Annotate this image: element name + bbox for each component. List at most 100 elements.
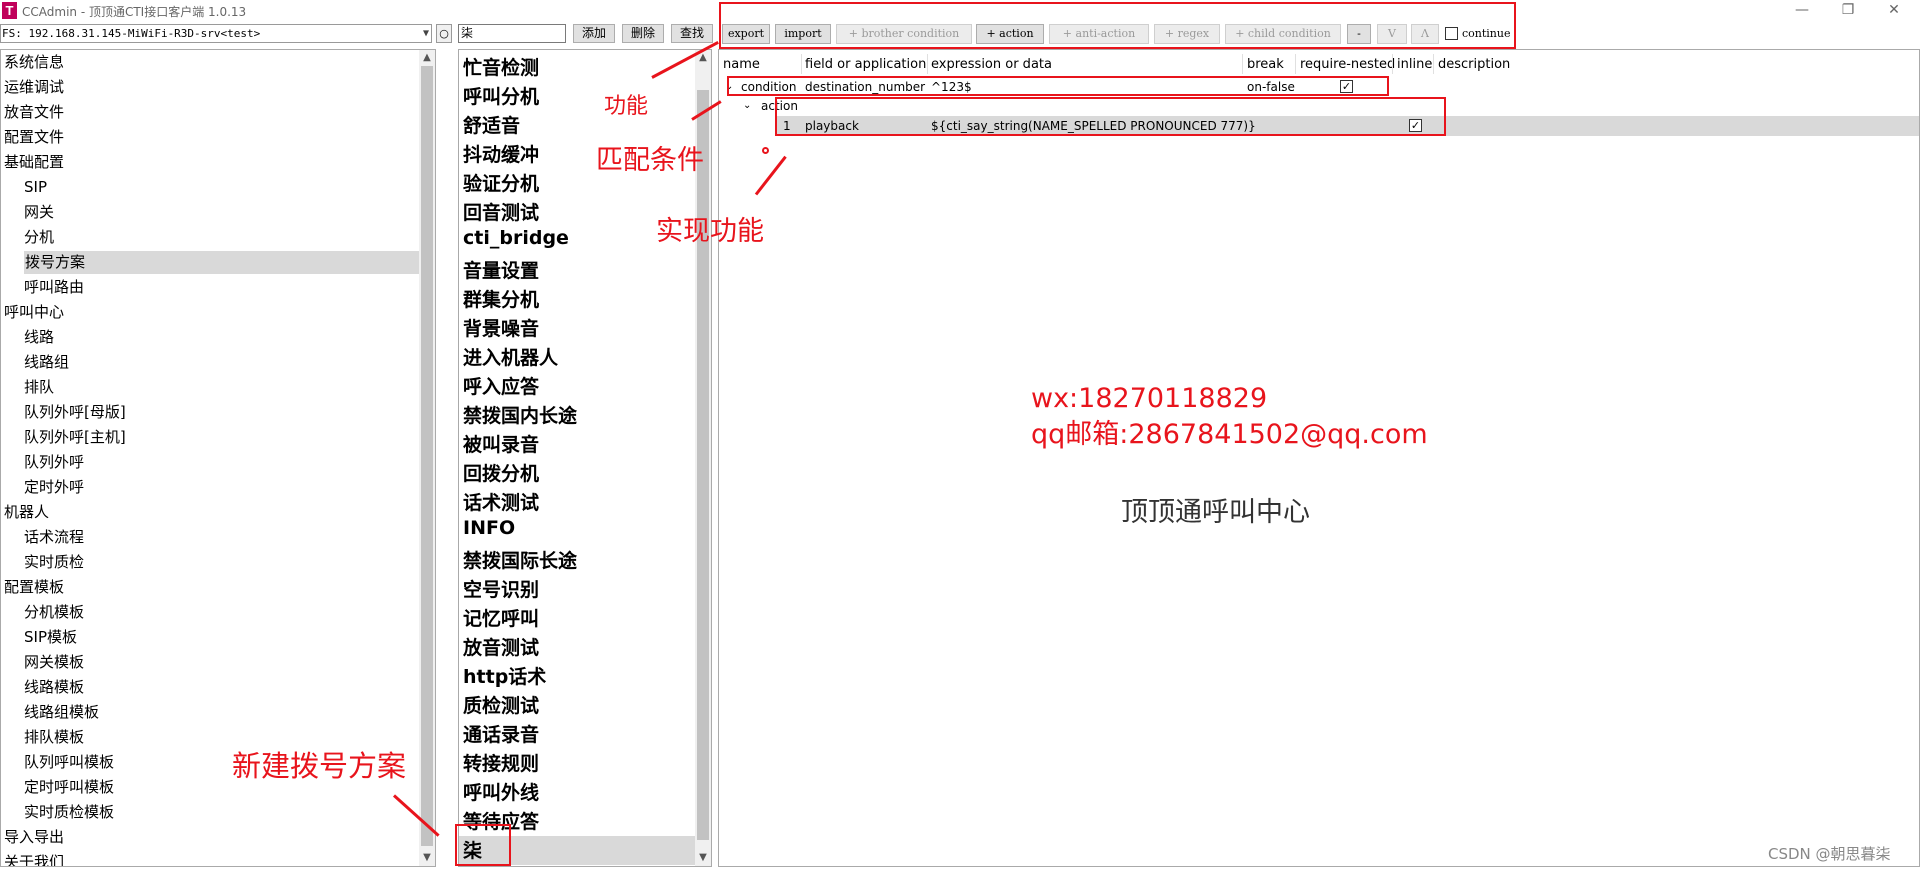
contact-info: wx:18270118829 qq邮箱:2867841502@qq.com: [1031, 381, 1428, 453]
nav-item[interactable]: 话术流程: [24, 526, 84, 549]
nav-item[interactable]: 基础配置: [4, 151, 64, 174]
dialplan-item[interactable]: 呼叫外线: [463, 778, 539, 807]
col-header-field[interactable]: field or application: [805, 55, 926, 75]
dialplan-item[interactable]: 音量设置: [463, 256, 539, 285]
nav-item[interactable]: 定时外呼: [24, 476, 84, 499]
nav-item[interactable]: 分机: [24, 226, 54, 249]
nav-item[interactable]: 线路: [24, 326, 54, 349]
dialplan-item[interactable]: 被叫录音: [463, 430, 539, 459]
dialplan-item[interactable]: 转接规则: [463, 749, 539, 778]
close-button[interactable]: ✕: [1871, 0, 1917, 22]
column-divider: [1242, 54, 1243, 74]
dialplan-item[interactable]: 忙音检测: [463, 53, 539, 82]
dialplan-item[interactable]: 回音测试: [463, 198, 539, 227]
plan-scroll-thumb[interactable]: [697, 90, 709, 840]
find-button[interactable]: 查找: [671, 24, 713, 43]
dialplan-item[interactable]: 验证分机: [463, 169, 539, 198]
annotation-implement: 实现功能: [656, 216, 764, 247]
dialplan-item[interactable]: 禁拨国内长途: [463, 401, 577, 430]
nav-scroll-thumb[interactable]: [421, 66, 433, 846]
app-logo-icon: T: [2, 2, 17, 19]
nav-item[interactable]: 队列外呼[主机]: [24, 426, 126, 449]
fs-server-select[interactable]: FS: 192.168.31.145-MiWiFi-R3D-srv<test> …: [0, 24, 432, 43]
column-divider: [1295, 54, 1296, 74]
scroll-down-icon[interactable]: ▼: [695, 850, 711, 866]
function-highlight-box: [719, 2, 1516, 49]
collapse-chevron-icon[interactable]: ⌄: [743, 96, 751, 116]
dialplan-item[interactable]: 抖动缓冲: [463, 140, 539, 169]
nav-item[interactable]: 拨号方案: [24, 251, 420, 274]
nav-item[interactable]: 呼叫路由: [24, 276, 84, 299]
nav-item[interactable]: 网关模板: [24, 651, 84, 674]
nav-item[interactable]: 机器人: [4, 501, 49, 524]
nav-item[interactable]: 线路组: [24, 351, 69, 374]
minimize-button[interactable]: —: [1779, 0, 1825, 22]
dialplan-item[interactable]: 空号识别: [463, 575, 539, 604]
dialplan-item[interactable]: 群集分机: [463, 285, 539, 314]
dialplan-item[interactable]: 记忆呼叫: [463, 604, 539, 633]
column-divider: [1433, 54, 1434, 74]
dialplan-item[interactable]: INFO: [463, 517, 515, 546]
fs-server-value: FS: 192.168.31.145-MiWiFi-R3D-srv<test>: [2, 27, 261, 40]
nav-item[interactable]: 配置模板: [4, 576, 64, 599]
dialplan-item[interactable]: 回拨分机: [463, 459, 539, 488]
restore-button[interactable]: ❐: [1825, 0, 1871, 22]
scroll-up-icon[interactable]: ▲: [419, 50, 435, 66]
dialplan-item[interactable]: 质检测试: [463, 691, 539, 720]
nav-item[interactable]: 线路组模板: [24, 701, 99, 724]
nav-item[interactable]: 实时质检模板: [24, 801, 114, 824]
watermark: CSDN @朝思暮柒: [1768, 845, 1891, 863]
new-plan-highlight-box: [455, 824, 511, 866]
nav-item[interactable]: 队列外呼[母版]: [24, 401, 126, 424]
column-divider: [1392, 54, 1393, 74]
nav-scrollbar[interactable]: ▲ ▼: [419, 50, 435, 866]
marker-dot: [762, 147, 769, 154]
nav-item[interactable]: 分机模板: [24, 601, 84, 624]
nav-item[interactable]: 实时质检: [24, 551, 84, 574]
dialplan-item[interactable]: 放音测试: [463, 633, 539, 662]
add-button[interactable]: 添加: [573, 24, 615, 43]
condition-highlight-box: [727, 76, 1389, 96]
nav-item[interactable]: 队列呼叫模板: [24, 751, 114, 774]
col-header-description[interactable]: description: [1438, 55, 1510, 75]
nav-item[interactable]: 排队: [24, 376, 54, 399]
nav-item[interactable]: 呼叫中心: [4, 301, 64, 324]
dialplan-item[interactable]: 通话录音: [463, 720, 539, 749]
col-header-require-nested[interactable]: require-nested: [1300, 55, 1395, 75]
nav-item[interactable]: 导入导出: [4, 826, 64, 849]
nav-item[interactable]: SIP: [24, 176, 47, 199]
nav-item[interactable]: 定时呼叫模板: [24, 776, 114, 799]
col-header-expression[interactable]: expression or data: [931, 55, 1052, 75]
nav-item[interactable]: 运维调试: [4, 76, 64, 99]
nav-item[interactable]: SIP模板: [24, 626, 77, 649]
scroll-down-icon[interactable]: ▼: [419, 850, 435, 866]
nav-item[interactable]: 关于我们: [4, 851, 64, 866]
nav-item[interactable]: 放音文件: [4, 101, 64, 124]
column-divider: [801, 54, 802, 74]
dialplan-item[interactable]: 背景噪音: [463, 314, 539, 343]
wechat-contact: wx:18270118829: [1031, 383, 1268, 414]
nav-item[interactable]: 系统信息: [4, 51, 64, 74]
dialplan-item[interactable]: 禁拨国际长途: [463, 546, 577, 575]
col-header-name[interactable]: name: [723, 55, 760, 75]
nav-item[interactable]: 线路模板: [24, 676, 84, 699]
refresh-button[interactable]: ○: [436, 24, 452, 43]
nav-item[interactable]: 配置文件: [4, 126, 64, 149]
dialplan-item[interactable]: 呼叫分机: [463, 82, 539, 111]
annotation-match-condition: 匹配条件: [596, 145, 704, 176]
dialplan-item[interactable]: http话术: [463, 662, 546, 691]
delete-button[interactable]: 删除: [622, 24, 664, 43]
dialplan-item[interactable]: 舒适音: [463, 111, 520, 140]
col-header-inline[interactable]: inline: [1397, 55, 1432, 75]
col-header-break[interactable]: break: [1247, 55, 1284, 75]
nav-item[interactable]: 排队模板: [24, 726, 84, 749]
plan-name-input[interactable]: 柒: [458, 24, 566, 43]
dialplan-item[interactable]: cti_bridge: [463, 227, 569, 256]
nav-item[interactable]: 队列外呼: [24, 451, 84, 474]
dialplan-item[interactable]: 进入机器人: [463, 343, 558, 372]
dialplan-item[interactable]: 话术测试: [463, 488, 539, 517]
nav-item[interactable]: 网关: [24, 201, 54, 224]
qq-email-contact: qq邮箱:2867841502@qq.com: [1031, 419, 1428, 450]
dialplan-tree-table: name field or application expression or …: [718, 49, 1920, 867]
dialplan-item[interactable]: 呼入应答: [463, 372, 539, 401]
